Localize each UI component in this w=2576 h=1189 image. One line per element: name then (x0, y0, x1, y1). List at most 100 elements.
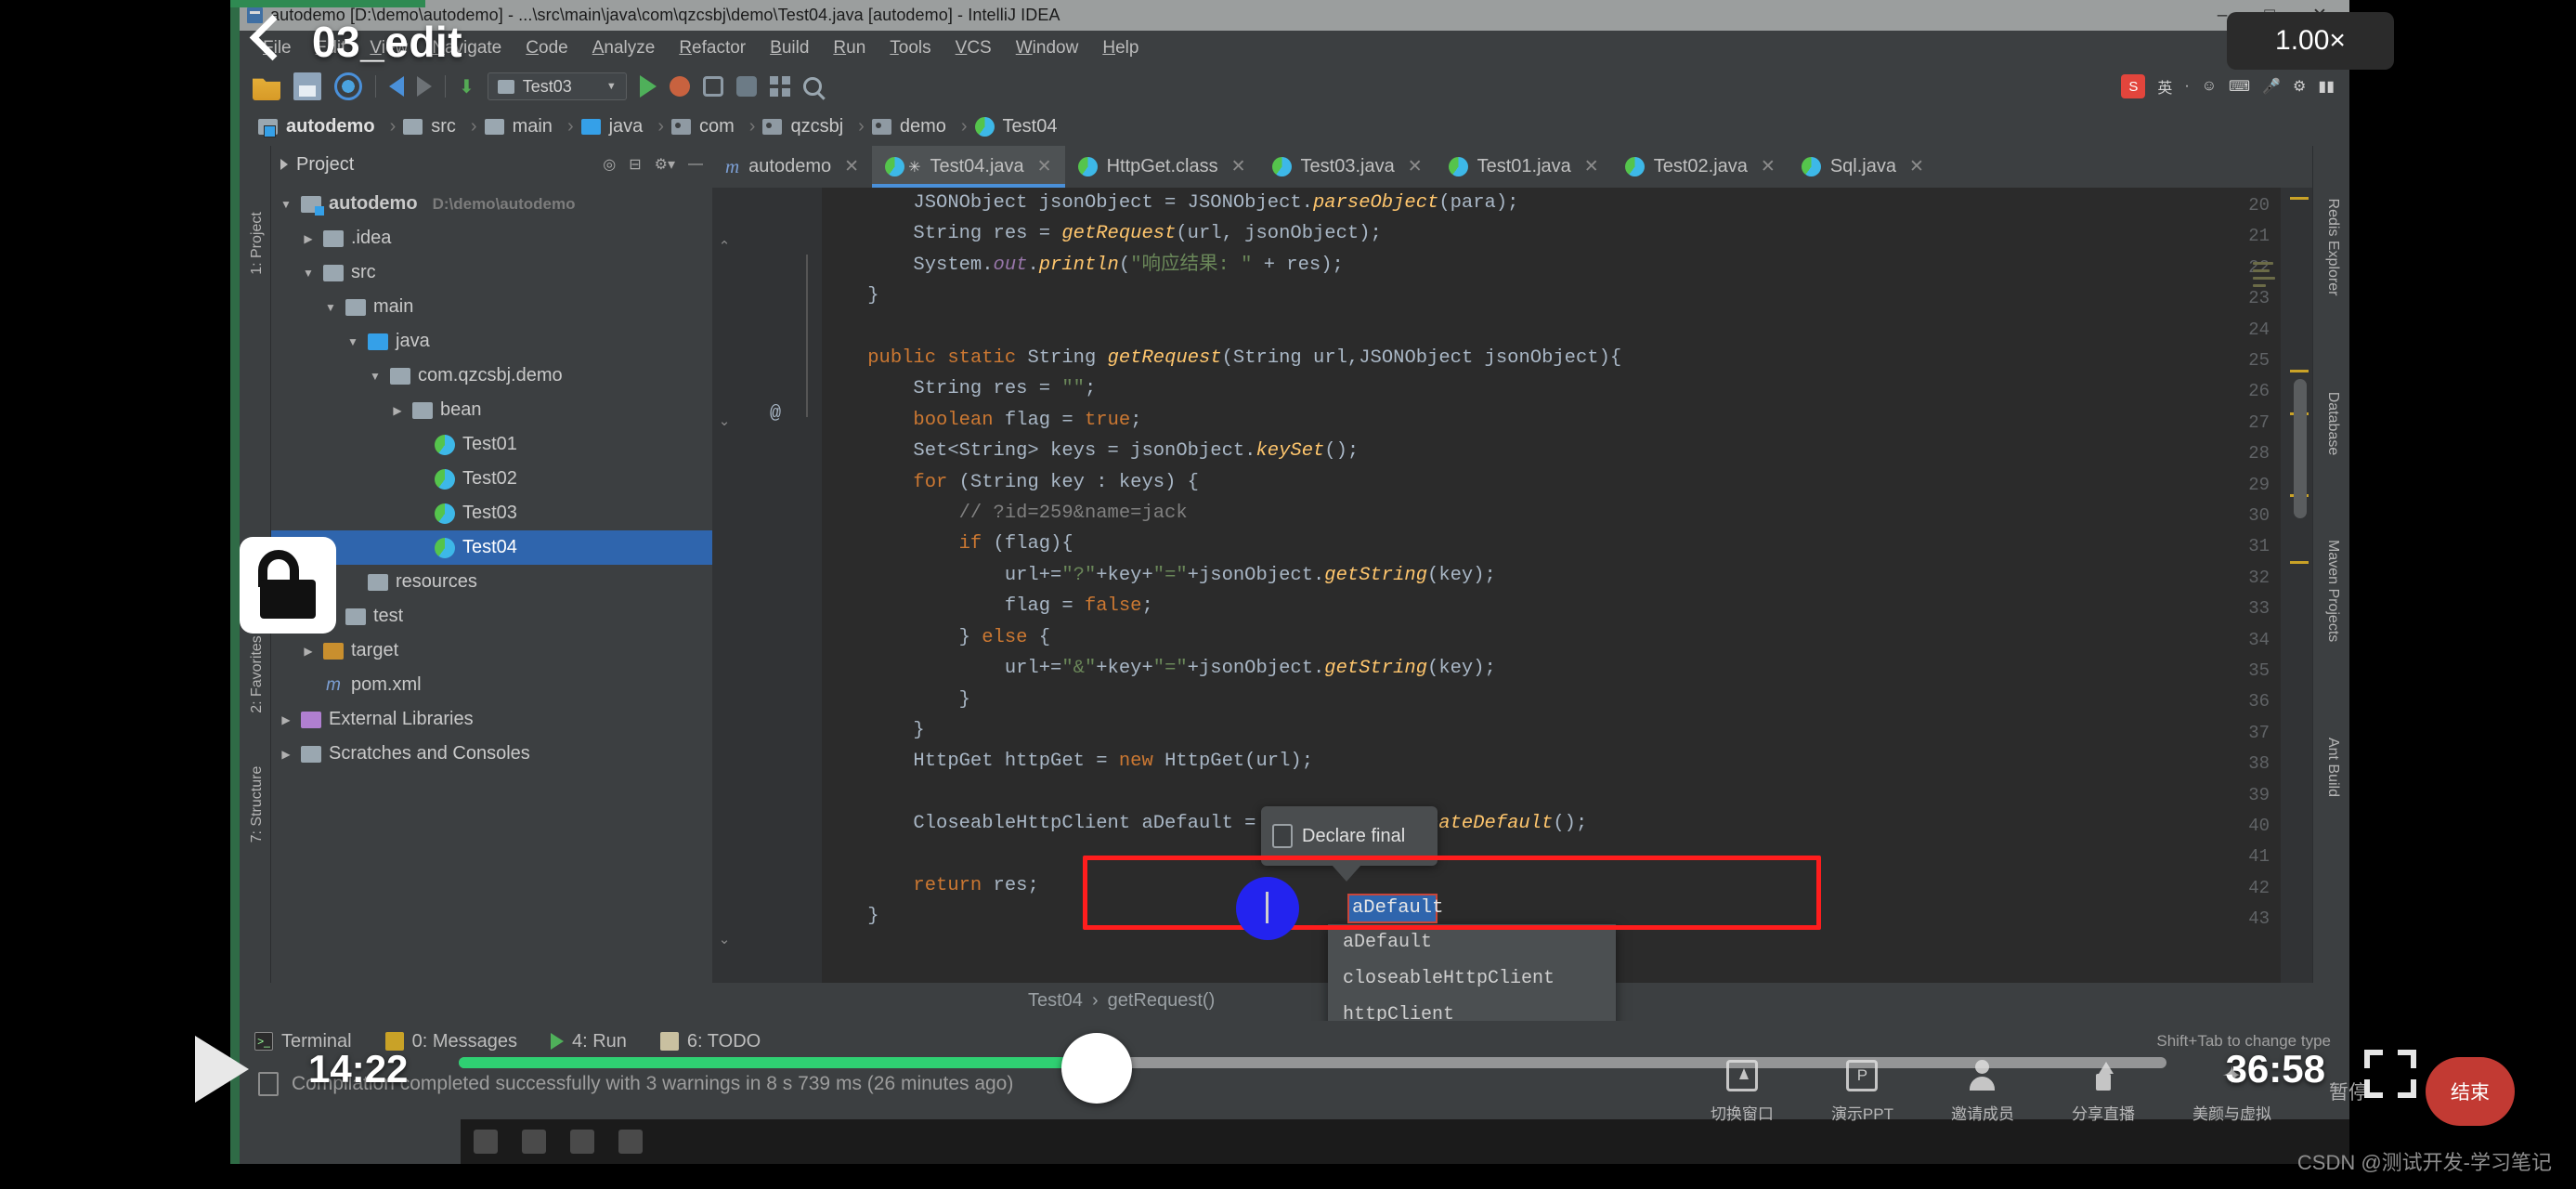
tool-window-run[interactable]: 4: Run (550, 1031, 627, 1052)
code-line[interactable]: System.out.println("响应结果: " + res); (822, 250, 2312, 281)
taskbar-app-icon[interactable] (522, 1130, 546, 1154)
breadcrumb-item-src[interactable]: src (397, 116, 469, 137)
scrollbar-thumb[interactable] (2294, 379, 2307, 518)
project-panel-actions[interactable]: ◎ ⊟ ⚙▾ — (603, 155, 703, 174)
code-line[interactable]: CloseableHttpClient aDefault = HttpClien… (822, 808, 2312, 839)
tree-item-Test04[interactable]: Test04 (271, 530, 712, 565)
code-line[interactable] (822, 777, 2312, 808)
code-line[interactable]: url+="?"+key+"="+jsonObject.getString(ke… (822, 560, 2312, 591)
menu-item-tools[interactable]: Tools (878, 34, 943, 62)
close-tab-icon[interactable]: ✕ (1408, 156, 1423, 177)
taskbar-app-icon[interactable] (618, 1130, 643, 1154)
code-line[interactable] (822, 312, 2312, 343)
menu-item-help[interactable]: Help (1090, 34, 1151, 62)
play-button[interactable] (195, 1036, 249, 1103)
fold-icon[interactable]: ⌃ (716, 238, 733, 255)
code-line[interactable]: String res = ""; (822, 373, 2312, 404)
editor-tab-Test03.java[interactable]: Test03.java ✕ (1259, 146, 1436, 188)
sync-icon[interactable] (334, 72, 362, 100)
progress-knob[interactable] (1061, 1033, 1132, 1104)
sidebar-item-structure[interactable]: 7: Structure (249, 763, 266, 846)
fold-icon[interactable]: ⌄ (716, 931, 733, 947)
code-line[interactable]: } else { (822, 622, 2312, 653)
invite-member-button[interactable]: 邀请成员 (1951, 1059, 2014, 1124)
right-tool-strip[interactable]: Redis Explorer Database Maven Projects A… (2312, 146, 2349, 983)
system-tray[interactable]: S 英 · ☺ ⌨ 🎤 ⚙ ▮▮ (2121, 74, 2349, 98)
menu-item-code[interactable]: Code (514, 34, 579, 62)
chevron-down-icon[interactable]: ▼ (606, 81, 617, 92)
code-line[interactable]: Set<String> keys = jsonObject.keySet(); (822, 436, 2312, 466)
checkbox-icon[interactable] (1272, 824, 1293, 848)
breadcrumb[interactable]: autodemo › src › main › java › com › qzcsbj › demo › T… (240, 107, 2349, 146)
menu-item-refactor[interactable]: Refactor (667, 34, 758, 62)
chevron-right-icon[interactable] (280, 159, 288, 170)
taskbar-app-icon[interactable] (570, 1130, 594, 1154)
coverage-icon[interactable] (702, 76, 723, 97)
sidebar-item-redis-explorer[interactable]: Redis Explorer (2324, 196, 2341, 298)
pause-meeting-button[interactable]: 暂停 (2329, 1078, 2368, 1105)
sidebar-item-maven-projects[interactable]: Maven Projects (2324, 540, 2341, 642)
editor-breadcrumb-method[interactable]: getRequest() (1108, 990, 1216, 1012)
editor-breadcrumb-class[interactable]: Test04 (1028, 990, 1083, 1012)
target-icon[interactable]: ◎ (603, 155, 616, 174)
tree-item-Test03[interactable]: Test03 (271, 496, 712, 530)
menu-bar[interactable]: File Edit View Navigate Code Analyze Refactor B… (240, 31, 2349, 66)
chevron-down-icon[interactable]: ▼ (323, 301, 338, 314)
search-icon[interactable] (802, 77, 822, 96)
code-line[interactable]: // ?id=259&name=jack (822, 498, 2312, 529)
code-line[interactable]: String res = getRequest(url, jsonObject)… (822, 218, 2312, 249)
back-icon[interactable] (243, 13, 286, 71)
mic-icon[interactable]: 🎤 (2262, 77, 2281, 96)
breadcrumb-item-autodemo[interactable]: autodemo (253, 116, 388, 137)
sidebar-item-project[interactable]: 1: Project (249, 202, 266, 285)
error-stripe[interactable] (2281, 188, 2312, 983)
code-area[interactable]: 20 21 22 23 24 25 26 27 28 29 30 31 32 33 34 35 36 37 38 39… (712, 188, 2312, 983)
minimize-icon[interactable]: – (2218, 6, 2228, 26)
menu-item-build[interactable]: Build (758, 34, 821, 62)
progress-scrubber[interactable] (459, 1057, 2166, 1068)
code-line[interactable] (822, 840, 2312, 870)
main-toolbar[interactable]: ⬇ Test03 ▼ S 英 · ☺ ⌨ 🎤 ⚙ ▮▮ (240, 66, 2349, 107)
run-icon[interactable] (639, 75, 657, 98)
annotation-gutter-icon[interactable]: @ (770, 403, 781, 425)
debug-icon[interactable] (669, 76, 690, 97)
chevron-right-icon[interactable]: ▶ (279, 748, 293, 761)
tray-dot-icon[interactable]: · (2184, 78, 2189, 95)
layout-icon[interactable] (769, 76, 790, 97)
tree-item-java[interactable]: ▼ java (271, 324, 712, 359)
fold-icon[interactable]: ⌄ (716, 412, 733, 429)
tree-item-com.qzcsbj.demo[interactable]: ▼ com.qzcsbj.demo (271, 359, 712, 393)
breadcrumb-item-java[interactable]: java (576, 116, 657, 137)
switch-window-button[interactable]: 切换窗口 (1711, 1059, 1774, 1124)
collapse-icon[interactable]: ⊟ (629, 155, 641, 174)
code-line[interactable]: boolean flag = true; (822, 405, 2312, 436)
close-tab-icon[interactable]: ✕ (1761, 156, 1776, 177)
warning-marker[interactable] (2290, 197, 2309, 200)
gear-icon[interactable]: ⚙▾ (655, 155, 675, 174)
tree-item-autodemo[interactable]: ▼ autodemo D:\demo\autodemo (271, 187, 712, 221)
breadcrumb-item-Test04[interactable]: Test04 (969, 116, 1071, 137)
close-tab-icon[interactable]: ✕ (1909, 156, 1924, 177)
tree-item-src[interactable]: ▼ src (271, 255, 712, 290)
playback-speed-badge[interactable]: 1.00× (2227, 12, 2394, 70)
tree-item-Test01[interactable]: Test01 (271, 427, 712, 462)
code-line[interactable]: HttpGet httpGet = new HttpGet(url); (822, 746, 2312, 777)
editor-tab-Test04.java[interactable]: ✳ Test04.java ✕ (872, 146, 1065, 188)
warning-marker[interactable] (2290, 561, 2309, 564)
close-tab-icon[interactable]: ✕ (1584, 156, 1599, 177)
code-line[interactable]: for (String key : keys) { (822, 467, 2312, 498)
chevron-down-icon[interactable]: ▼ (368, 370, 383, 383)
code-line[interactable]: if (flag){ (822, 529, 2312, 559)
close-tab-icon[interactable]: ✕ (844, 156, 859, 177)
open-folder-icon[interactable] (253, 78, 280, 100)
tree-item-main[interactable]: ▼ main (271, 290, 712, 324)
editor-breadcrumb[interactable]: Test04 › getRequest() (712, 984, 2012, 1017)
breadcrumb-item-com[interactable]: com (666, 116, 748, 137)
project-panel[interactable]: Project ◎ ⊟ ⚙▾ — ▼ autodemo D:\demo\autode… (271, 146, 712, 983)
chevron-down-icon[interactable]: ▼ (345, 335, 360, 348)
close-tab-icon[interactable]: ✕ (1037, 156, 1052, 177)
tree-item-.idea[interactable]: ▶ .idea (271, 221, 712, 255)
end-meeting-button[interactable]: 结束 (2426, 1057, 2515, 1126)
editor-tab-autodemo[interactable]: m autodemo ✕ (712, 146, 872, 188)
code-line[interactable]: JSONObject jsonObject = JSONObject.parse… (822, 188, 2312, 218)
